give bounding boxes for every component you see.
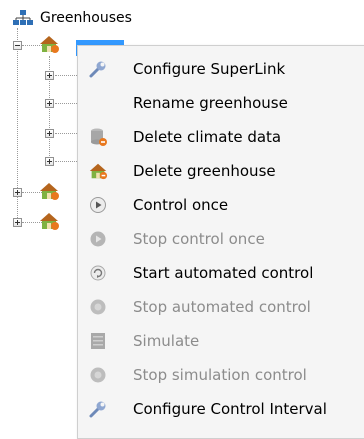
menu-item-label: Rename greenhouse [133, 94, 288, 112]
tree-connector [55, 75, 77, 76]
database-delete-icon [88, 127, 108, 147]
menu-item-label: Stop automated control [133, 298, 311, 316]
auto-control-icon [88, 263, 108, 283]
stop-simulation-icon [88, 365, 108, 385]
greenhouse-delete-icon [88, 161, 108, 181]
tree-connector [55, 161, 77, 162]
greenhouse-icon[interactable] [38, 211, 60, 231]
context-menu[interactable]: Configure SuperLink Rename greenhouse De… [77, 45, 364, 439]
expand-toggle[interactable] [45, 129, 54, 138]
menu-item-delete-greenhouse[interactable]: Delete greenhouse [78, 154, 364, 188]
greenhouse-icon[interactable] [38, 34, 60, 54]
tree-connector [55, 133, 77, 134]
play-icon [88, 195, 108, 215]
expand-toggle[interactable] [45, 71, 54, 80]
menu-item-stop-automated-control[interactable]: Stop automated control [78, 290, 364, 324]
wrench-icon [88, 399, 108, 419]
menu-item-label: Configure SuperLink [133, 60, 286, 78]
expand-toggle[interactable] [13, 188, 22, 197]
simulate-icon [88, 331, 108, 351]
menu-item-rename-greenhouse[interactable]: Rename greenhouse [78, 86, 364, 120]
menu-item-label: Delete greenhouse [133, 162, 276, 180]
menu-item-stop-simulation-control[interactable]: Stop simulation control [78, 358, 364, 392]
greenhouse-icon[interactable] [38, 181, 60, 201]
menu-item-simulate[interactable]: Simulate [78, 324, 364, 358]
menu-item-delete-climate-data[interactable]: Delete climate data [78, 120, 364, 154]
menu-item-label: Control once [133, 196, 229, 214]
expand-toggle[interactable] [13, 218, 22, 227]
menu-item-label: Simulate [133, 332, 200, 350]
tree-root[interactable]: Greenhouses [13, 8, 132, 28]
stop-play-icon [88, 229, 108, 249]
menu-item-control-once[interactable]: Control once [78, 188, 364, 222]
network-icon [13, 10, 33, 25]
expand-toggle[interactable] [45, 157, 54, 166]
tree-connector [55, 103, 77, 104]
menu-item-start-automated-control[interactable]: Start automated control [78, 256, 364, 290]
menu-item-label: Start automated control [133, 264, 314, 282]
menu-item-label: Delete climate data [133, 128, 282, 146]
menu-item-label: Stop simulation control [133, 366, 307, 384]
collapse-toggle[interactable] [13, 41, 22, 50]
menu-item-label: Configure Control Interval [133, 400, 327, 418]
tree-root-label: Greenhouses [40, 10, 132, 26]
menu-item-configure-superlink[interactable]: Configure SuperLink [78, 52, 364, 86]
wrench-icon [88, 59, 108, 79]
expand-toggle[interactable] [45, 99, 54, 108]
menu-item-label: Stop control once [133, 230, 265, 248]
menu-item-configure-control-interval[interactable]: Configure Control Interval [78, 392, 364, 426]
menu-item-stop-control-once[interactable]: Stop control once [78, 222, 364, 256]
stop-auto-icon [88, 297, 108, 317]
